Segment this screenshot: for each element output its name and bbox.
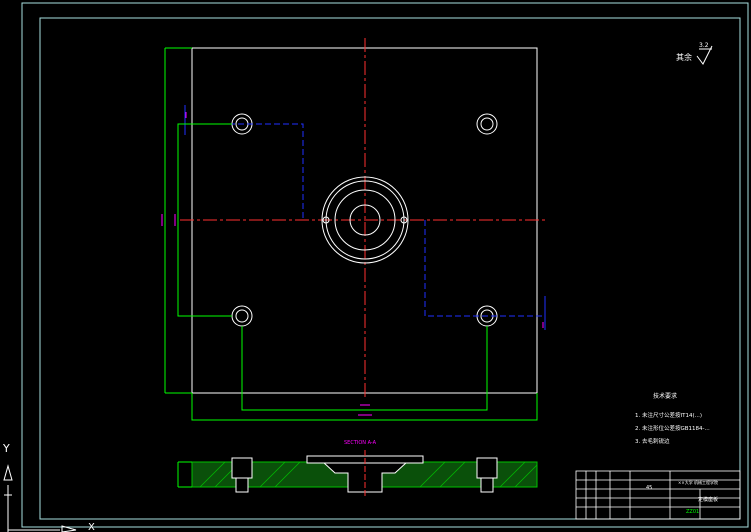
tech-req-item-2: 2. 未注形位公差按GB1184-...	[635, 424, 710, 432]
svg-text:X: X	[88, 522, 95, 532]
cad-drawing: Y X 其余 3.2 SECTION A-A 技术要求 1. 未注尺寸公差按IT…	[2, 2, 749, 532]
svg-text:Y: Y	[2, 442, 10, 455]
surface-note: 其余	[676, 52, 692, 62]
hidden-line-lower	[424, 220, 546, 317]
title-drawing-name: 定模座板	[698, 496, 718, 503]
title-drawing-no: ZZ01	[686, 509, 699, 515]
roughness-value: 3.2	[699, 42, 709, 49]
section-view	[177, 450, 538, 498]
tech-req-item-3: 3. 去毛刺锐边	[635, 437, 670, 445]
title-block	[575, 470, 741, 520]
screw-hole-bl	[231, 305, 253, 327]
hidden-line-upper	[184, 105, 304, 220]
tech-req-item-1: 1. 未注尺寸公差按IT14(...)	[635, 411, 702, 419]
tech-req-title: 技术要求	[653, 392, 677, 400]
section-label: SECTION A-A	[344, 440, 377, 446]
dimension-lines	[164, 47, 538, 421]
dim-marks	[161, 112, 544, 416]
title-material: 45	[646, 485, 652, 491]
title-company: ××大学 机械工程学院	[678, 479, 718, 485]
screw-hole-tr	[476, 113, 498, 135]
outer-frame	[21, 2, 749, 528]
